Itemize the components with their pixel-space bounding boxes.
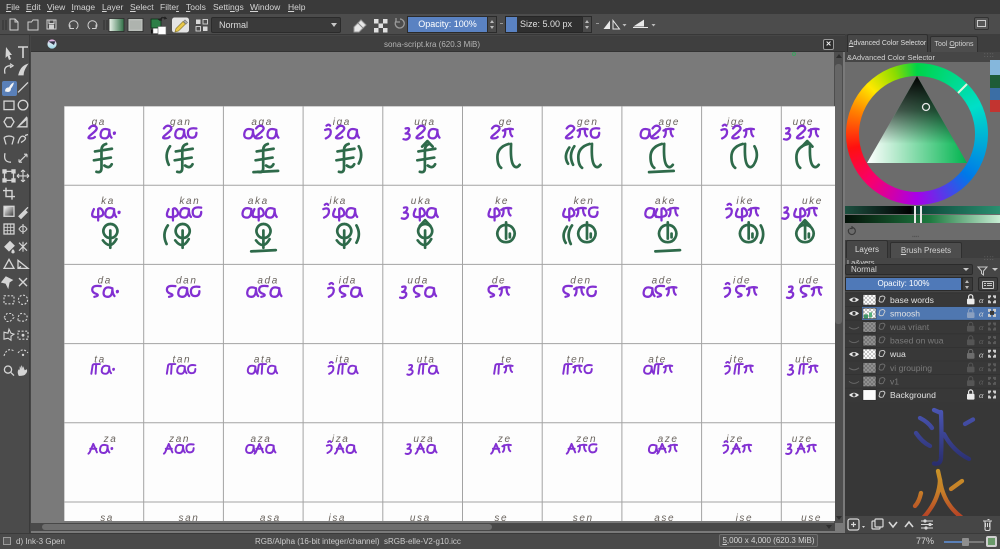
svg-text:based on wua: based on wua (890, 336, 944, 346)
svg-text:ude: ude (799, 275, 821, 286)
svg-text:α: α (979, 390, 984, 400)
svg-text:gan: gan (170, 117, 192, 128)
svg-text:aza: aza (251, 434, 272, 445)
svg-text:ase: ase (654, 513, 675, 521)
svg-text:uza: uza (413, 434, 434, 445)
svg-text:zen: zen (575, 434, 597, 445)
svg-text:uze: uze (792, 434, 813, 445)
svg-text:ze: ze (497, 434, 512, 445)
svg-text:age: age (659, 117, 681, 128)
svg-text:ise: ise (736, 513, 754, 521)
svg-text:da: da (98, 275, 112, 286)
svg-text:use: use (801, 513, 822, 521)
svg-text:uka: uka (411, 196, 432, 207)
svg-text:sa: sa (100, 513, 114, 521)
svg-text:Background: Background (890, 390, 936, 400)
svg-text:iza: iza (332, 434, 350, 445)
svg-text:gen: gen (577, 117, 599, 128)
svg-text:ike: ike (736, 196, 754, 207)
svg-text:ika: ika (329, 196, 347, 207)
svg-text:α: α (979, 377, 984, 387)
svg-text:kan: kan (179, 196, 200, 207)
svg-text:se: se (494, 513, 508, 521)
svg-text:ade: ade (652, 275, 674, 286)
svg-text:zan: zan (168, 434, 190, 445)
svg-text:α: α (979, 295, 984, 305)
svg-text:uke: uke (802, 196, 823, 207)
svg-text:ken: ken (574, 196, 595, 207)
svg-text:base words: base words (890, 295, 934, 305)
svg-text:α: α (979, 363, 984, 373)
svg-text:asa: asa (260, 513, 281, 521)
svg-text:α: α (979, 349, 984, 359)
svg-text:ida: ida (339, 275, 357, 286)
svg-text:sen: sen (573, 513, 594, 521)
svg-text:ake: ake (655, 196, 676, 207)
svg-text:aka: aka (248, 196, 269, 207)
svg-text:aze: aze (658, 434, 679, 445)
svg-text:α: α (979, 309, 984, 319)
svg-text:α: α (979, 322, 984, 332)
svg-text:ka: ka (101, 196, 115, 207)
svg-text:usa: usa (410, 513, 431, 521)
svg-text:α: α (979, 336, 984, 346)
svg-text:wua: wua (889, 349, 906, 359)
svg-text:san: san (179, 513, 200, 521)
svg-text:ge: ge (499, 117, 513, 128)
svg-text:dan: dan (176, 275, 198, 286)
svg-text:isa: isa (329, 513, 347, 521)
svg-text:smoosh: smoosh (890, 308, 920, 318)
svg-text:ize: ize (726, 434, 744, 445)
svg-text:den: den (570, 275, 592, 286)
svg-text:vi grouping: vi grouping (890, 363, 932, 373)
svg-text:wua vriant: wua vriant (889, 322, 930, 332)
svg-text:ada: ada (257, 275, 279, 286)
svg-text:za: za (103, 434, 118, 445)
svg-text:v1: v1 (890, 376, 899, 386)
svg-text:ke: ke (495, 196, 509, 207)
